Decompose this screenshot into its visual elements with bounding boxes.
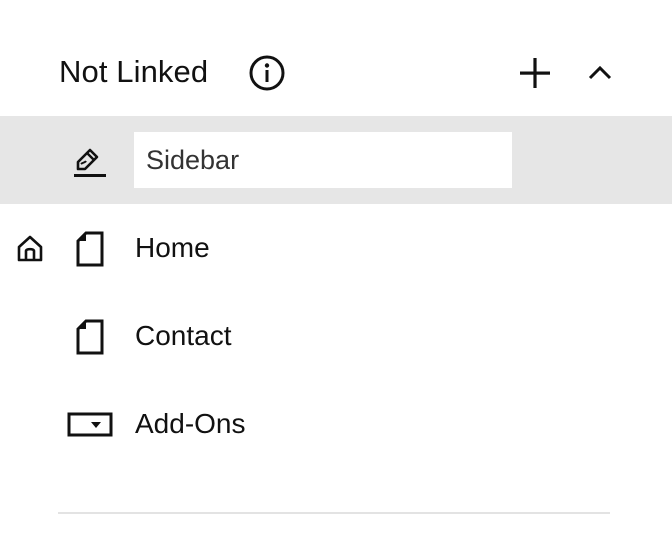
page-row-contact[interactable]: Contact	[0, 292, 672, 380]
edit-icon	[72, 142, 108, 180]
page-name-input[interactable]	[134, 132, 512, 188]
pages-panel: Not Linked Sidebar Home Contact Add-Ons	[0, 0, 672, 552]
page-row-renaming[interactable]	[0, 116, 672, 204]
chevron-up-icon[interactable]	[582, 55, 618, 91]
page-row-addons[interactable]: Add-Ons	[0, 380, 672, 468]
plus-icon[interactable]	[515, 53, 555, 93]
page-label-home: Home	[135, 232, 210, 263]
home-icon	[16, 234, 44, 262]
section-divider	[58, 512, 610, 514]
info-icon[interactable]	[248, 54, 286, 92]
dropdown-box-icon	[67, 411, 113, 439]
section-title: Not Linked	[59, 54, 209, 89]
page-icon	[74, 318, 106, 356]
page-label-addons: Add-Ons	[135, 408, 246, 439]
section-header: Not Linked	[0, 0, 672, 116]
page-icon	[74, 230, 106, 268]
page-row-home[interactable]: Home	[0, 204, 672, 292]
page-label-contact: Contact	[135, 320, 232, 351]
